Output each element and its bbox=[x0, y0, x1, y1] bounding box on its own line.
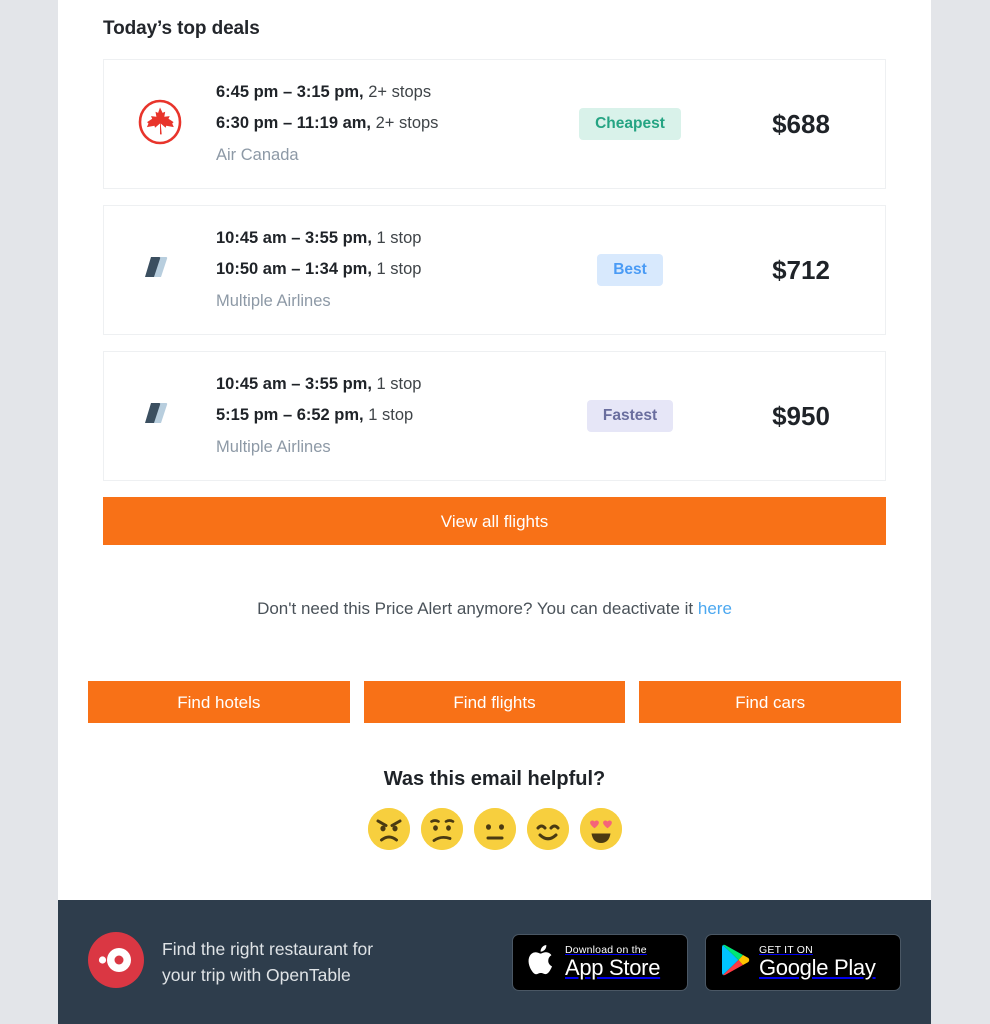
emoji-happy-icon[interactable] bbox=[526, 808, 569, 850]
page-root: Today’s top deals 6:45 pm – 3:15 pm, 2+ … bbox=[0, 0, 990, 1024]
google-play-labels: GET IT ON Google Play bbox=[759, 944, 876, 981]
deal-details: 10:45 am – 3:55 pm, 1 stop 5:15 pm – 6:5… bbox=[216, 369, 535, 463]
opentable-promo-line-2: your trip with OpenTable bbox=[162, 965, 351, 985]
deactivate-text: Don't need this Price Alert anymore? You… bbox=[257, 599, 698, 618]
deal-card[interactable]: 6:45 pm – 3:15 pm, 2+ stops 6:30 pm – 11… bbox=[103, 59, 886, 189]
google-play-big-label: Google Play bbox=[759, 954, 876, 980]
leg-2-stops: 2+ stops bbox=[371, 114, 439, 133]
deal-details: 10:45 am – 3:55 pm, 1 stop 10:50 am – 1:… bbox=[216, 223, 535, 317]
leg-2-times: 6:30 pm – 11:19 am, bbox=[216, 114, 372, 133]
leg-2-times: 5:15 pm – 6:52 pm, bbox=[216, 406, 364, 425]
app-store-button[interactable]: Download on the App Store bbox=[512, 933, 688, 991]
app-store-small-label: Download on the bbox=[565, 943, 647, 956]
feedback-emoji-row bbox=[58, 808, 931, 850]
opentable-promo-text: Find the right restaurant for your trip … bbox=[162, 936, 373, 989]
google-play-small-label: GET IT ON bbox=[759, 943, 813, 956]
find-buttons-row: Find hotels Find flights Find cars bbox=[58, 681, 931, 723]
deal-badge-cell: Fastest bbox=[535, 400, 725, 432]
email-body: Today’s top deals 6:45 pm – 3:15 pm, 2+ … bbox=[58, 0, 931, 1024]
status-badge: Best bbox=[597, 254, 663, 286]
deal-airline-name: Air Canada bbox=[216, 145, 299, 164]
apple-icon bbox=[527, 943, 556, 982]
feedback-title: Was this email helpful? bbox=[383, 768, 606, 790]
leg-1-stops: 2+ stops bbox=[363, 82, 432, 101]
airline-logo-cell bbox=[104, 244, 216, 297]
find-hotels-button[interactable]: Find hotels bbox=[88, 681, 350, 723]
store-badges: Download on the App Store GET IT ON Goog… bbox=[512, 933, 901, 991]
leg-1-times: 10:45 am – 3:55 pm, bbox=[216, 374, 372, 393]
air-canada-logo bbox=[136, 98, 184, 151]
deal-badge-cell: Cheapest bbox=[535, 108, 725, 140]
deal-airline-name: Multiple Airlines bbox=[216, 437, 331, 456]
app-store-labels: Download on the App Store bbox=[565, 944, 660, 981]
deal-badge-cell: Best bbox=[535, 254, 725, 286]
deal-details: 6:45 pm – 3:15 pm, 2+ stops 6:30 pm – 11… bbox=[216, 77, 535, 171]
deal-airline-name: Multiple Airlines bbox=[216, 291, 331, 310]
emoji-love-icon[interactable] bbox=[579, 808, 622, 850]
deals-list: 6:45 pm – 3:15 pm, 2+ stops 6:30 pm – 11… bbox=[58, 59, 931, 481]
emoji-angry-icon[interactable] bbox=[367, 808, 410, 850]
leg-2-stops: 1 stop bbox=[363, 406, 414, 425]
opentable-promo-line-1: Find the right restaurant for bbox=[162, 938, 374, 959]
airline-logo-cell bbox=[104, 98, 216, 151]
airline-logo-cell bbox=[104, 390, 216, 443]
multiple-airlines-logo bbox=[136, 244, 184, 297]
find-cars-button[interactable]: Find cars bbox=[639, 681, 902, 723]
deal-price: $950 bbox=[772, 400, 830, 431]
view-all-flights-button[interactable]: View all flights bbox=[103, 497, 886, 545]
deal-leg-1: 10:45 am – 3:55 pm, 1 stop bbox=[216, 369, 535, 400]
deal-leg-1: 6:45 pm – 3:15 pm, 2+ stops bbox=[216, 77, 535, 108]
deal-card[interactable]: 10:45 am – 3:55 pm, 1 stop 10:50 am – 1:… bbox=[103, 205, 886, 335]
emoji-sad-icon[interactable] bbox=[420, 808, 463, 850]
cta-container: View all flights bbox=[58, 497, 931, 545]
deal-leg-2: 10:50 am – 1:34 pm, 1 stop bbox=[216, 254, 535, 285]
emoji-neutral-icon[interactable] bbox=[473, 808, 516, 850]
leg-1-stops: 1 stop bbox=[371, 374, 422, 393]
multiple-airlines-logo bbox=[136, 390, 184, 443]
google-play-icon bbox=[720, 943, 750, 982]
leg-1-stops: 1 stop bbox=[371, 228, 422, 247]
deactivate-notice: Don't need this Price Alert anymore? You… bbox=[58, 599, 931, 619]
leg-2-times: 10:50 am – 1:34 pm, bbox=[216, 260, 372, 279]
opentable-logo bbox=[88, 931, 144, 993]
leg-1-times: 10:45 am – 3:55 pm, bbox=[216, 228, 372, 247]
find-flights-button[interactable]: Find flights bbox=[363, 681, 626, 723]
deal-card[interactable]: 10:45 am – 3:55 pm, 1 stop 5:15 pm – 6:5… bbox=[103, 351, 886, 481]
deal-price: $688 bbox=[772, 108, 830, 139]
status-badge: Cheapest bbox=[579, 108, 681, 140]
deactivate-link[interactable]: here bbox=[698, 599, 732, 618]
app-store-big-label: App Store bbox=[565, 954, 661, 980]
deal-price: $712 bbox=[772, 254, 830, 285]
google-play-button[interactable]: GET IT ON Google Play bbox=[705, 933, 901, 991]
status-badge: Fastest bbox=[586, 400, 674, 432]
page-title: Today’s top deals bbox=[103, 18, 260, 39]
deal-leg-2: 5:15 pm – 6:52 pm, 1 stop bbox=[216, 400, 535, 431]
leg-2-stops: 1 stop bbox=[371, 260, 422, 279]
leg-1-times: 6:45 pm – 3:15 pm, bbox=[216, 82, 364, 101]
footer: Find the right restaurant for your trip … bbox=[58, 900, 931, 1024]
deal-leg-1: 10:45 am – 3:55 pm, 1 stop bbox=[216, 223, 535, 254]
deal-leg-2: 6:30 pm – 11:19 am, 2+ stops bbox=[216, 108, 535, 139]
